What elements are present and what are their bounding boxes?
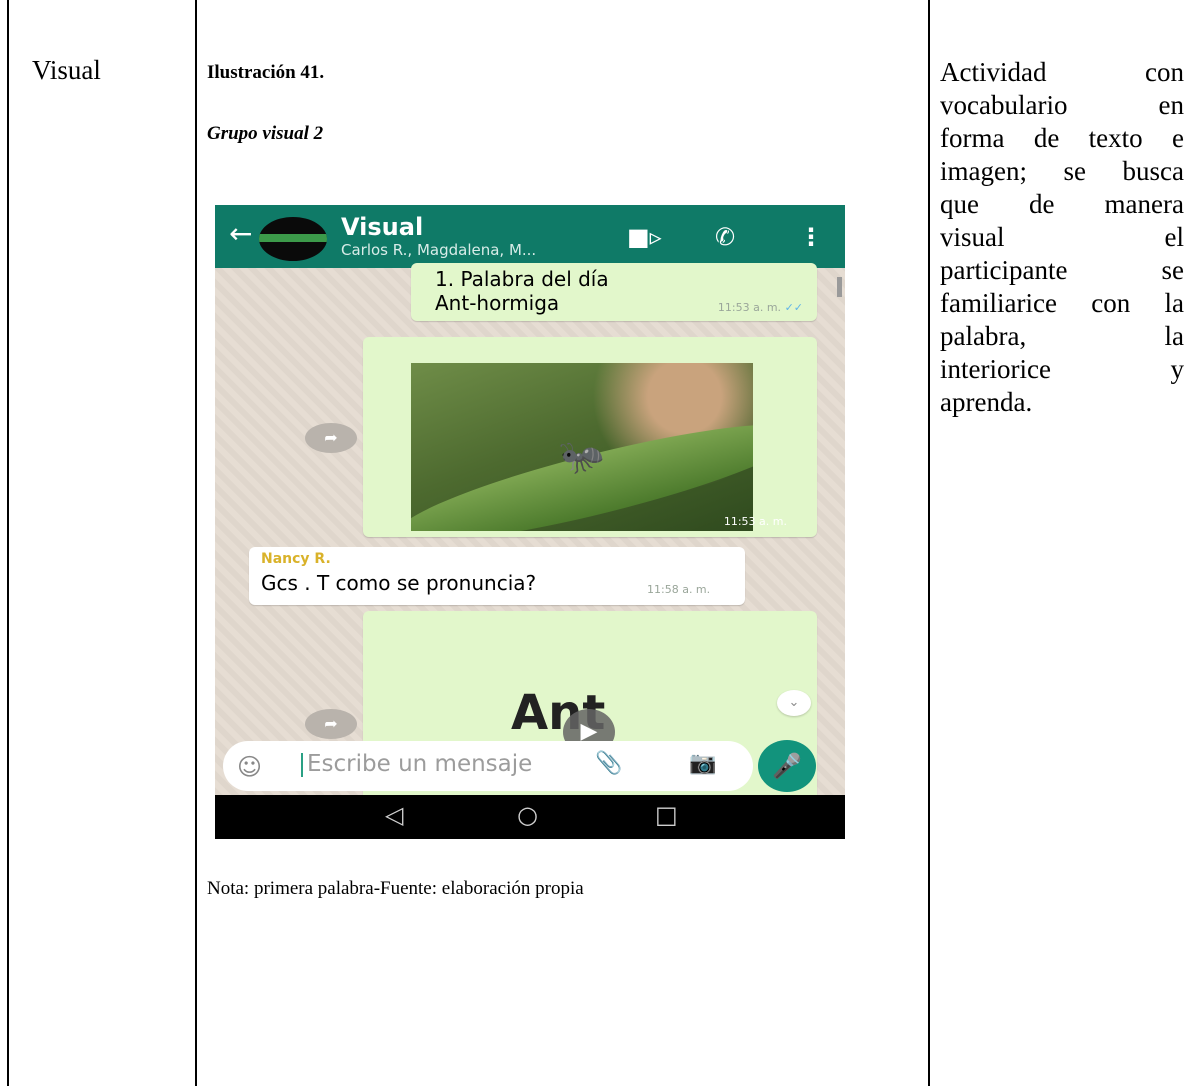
figure-note: Nota: primera palabra-Fuente: elaboració… (207, 878, 584, 899)
microphone-icon[interactable]: 🎤 (758, 740, 816, 792)
table-left-border (7, 0, 9, 1086)
figure-number: Ilustración 41. (207, 62, 325, 83)
forward-icon[interactable]: ➦ (305, 709, 357, 739)
description-line: visual el (940, 222, 1184, 252)
whatsapp-screenshot: ← Visual Carlos R., Magdalena, M... ■▹ ✆… (215, 205, 845, 839)
phone-icon[interactable]: ✆ (715, 223, 735, 251)
chat-members: Carlos R., Magdalena, M... (341, 241, 537, 259)
video-camera-icon[interactable]: ■▹ (627, 223, 662, 251)
sender-name: Nancy R. (261, 551, 331, 567)
figure-title: Grupo visual 2 (207, 123, 324, 144)
ant-on-leaf-photo[interactable]: 🐜 (411, 363, 753, 531)
message-text: 1. Palabra del día (435, 267, 609, 291)
message-input-bar[interactable]: ☺ Escribe un mensaje 📎 📷 (223, 741, 753, 791)
description-line: interiorice y (940, 354, 1184, 384)
nav-recent-icon[interactable]: □ (655, 801, 678, 829)
table-divider-1 (195, 0, 197, 1086)
chat-app-bar: ← Visual Carlos R., Magdalena, M... ■▹ ✆… (215, 205, 845, 268)
description-line: vocabulario en (940, 90, 1184, 120)
nav-back-icon[interactable]: ◁ (385, 801, 403, 829)
message-time: 11:53 a. m. ✓✓ (717, 301, 803, 314)
description-line: aprenda. (940, 387, 1033, 417)
table-divider-2 (928, 0, 930, 1086)
arrow-left-icon[interactable]: ← (229, 217, 252, 250)
description-line: imagen; se busca (940, 156, 1184, 186)
image-message[interactable]: 🐜 11:53 a. m. (363, 337, 817, 537)
group-avatar[interactable] (259, 217, 327, 261)
message-input[interactable]: Escribe un mensaje (301, 751, 532, 777)
description-cell: Actividad con vocabulario en forma de texto e im… (940, 56, 1184, 419)
message-text: Ant-hormiga (435, 291, 560, 315)
description-line: que de manera (940, 189, 1184, 219)
chevron-double-down-icon[interactable]: ⌄ (777, 690, 811, 716)
scrollbar[interactable] (837, 277, 842, 297)
android-nav-bar: ◁ ○ □ (215, 795, 845, 839)
description-line: familiarice con la (940, 288, 1184, 318)
more-vert-icon[interactable]: ⋮ (799, 223, 823, 251)
message-text: Gcs . T como se pronuncia? (261, 571, 537, 595)
description-line: participante se (940, 255, 1184, 285)
description-line: Actividad con (940, 57, 1184, 87)
camera-icon[interactable]: 📷 (689, 751, 716, 776)
nav-home-icon[interactable]: ○ (517, 801, 538, 829)
paperclip-icon[interactable]: 📎 (595, 751, 622, 776)
description-line: forma de texto e (940, 123, 1184, 153)
message-time: 11:58 a. m. (647, 583, 711, 596)
message-time: 11:53 a. m. (723, 515, 787, 528)
message-bubble-outgoing[interactable]: 1. Palabra del día Ant-hormiga 11:53 a. … (411, 263, 817, 321)
description-line: palabra, la (940, 321, 1184, 351)
forward-icon[interactable]: ➦ (305, 423, 357, 453)
emoji-icon[interactable]: ☺ (237, 753, 262, 781)
message-bubble-incoming[interactable]: Nancy R. Gcs . T como se pronuncia? 11:5… (249, 547, 745, 605)
chat-name[interactable]: Visual (341, 213, 423, 241)
category-cell: Visual (32, 55, 101, 85)
